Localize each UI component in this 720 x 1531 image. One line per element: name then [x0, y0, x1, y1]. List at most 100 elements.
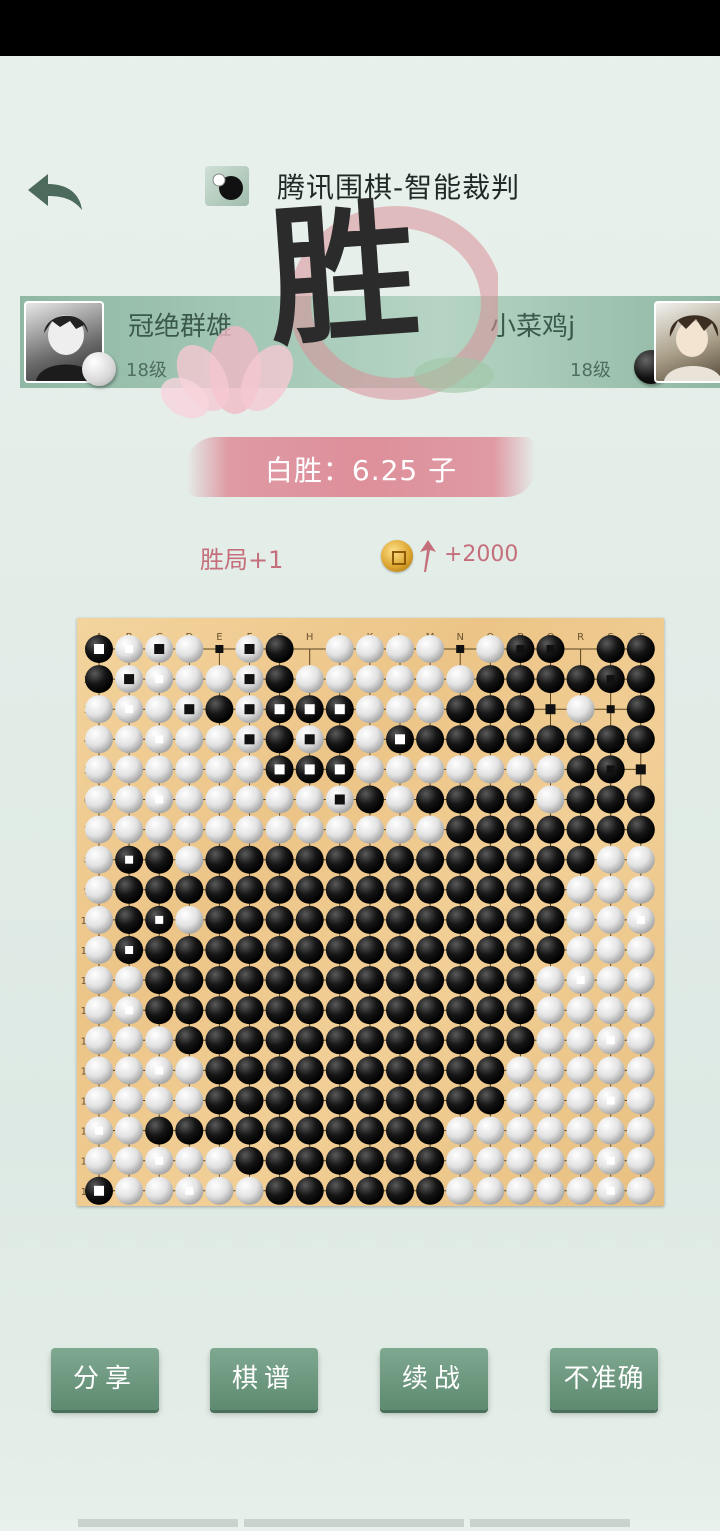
white-stone [626, 1116, 655, 1145]
white-stone [476, 1146, 505, 1175]
white-stone [626, 996, 655, 1025]
white-stone [85, 1146, 113, 1175]
white-stone [205, 755, 234, 784]
black-stone [265, 1146, 294, 1175]
white-stone [205, 1176, 234, 1205]
white-stone [205, 725, 234, 754]
go-board[interactable]: ABCDEFGHJKLMNOPQRST123456789101112131415… [77, 618, 664, 1206]
col-label: N [456, 632, 463, 643]
black-stone [85, 665, 113, 694]
black-stone [626, 785, 655, 814]
black-stone [175, 996, 204, 1025]
black-stone [416, 1056, 445, 1085]
black-stone [295, 1176, 324, 1205]
black-stone [506, 996, 535, 1025]
white-stone [416, 635, 445, 663]
black-stone [265, 665, 294, 694]
black-stone [265, 725, 294, 754]
black-stone [265, 1026, 294, 1055]
black-stone [235, 875, 264, 904]
white-stone [235, 755, 264, 784]
white-stone [85, 905, 113, 934]
white-stone [175, 815, 204, 844]
white-stone [476, 1116, 505, 1145]
black-stone [355, 845, 384, 874]
black-stone [205, 875, 234, 904]
black-stone [205, 1086, 234, 1115]
dead-stone-mark [244, 734, 255, 745]
black-stone [446, 905, 475, 934]
black-stone [265, 1056, 294, 1085]
dead-stone-mark [304, 764, 315, 775]
white-stone [85, 845, 113, 874]
white-stone [85, 996, 113, 1025]
black-stone [446, 845, 475, 874]
black-stone [416, 1176, 445, 1205]
black-stone [476, 725, 505, 754]
white-stone [446, 755, 475, 784]
black-stone [295, 1026, 324, 1055]
black-stone [355, 1086, 384, 1115]
share-button[interactable]: 分享 [51, 1348, 159, 1410]
black-stone [626, 815, 655, 844]
record-button[interactable]: 棋谱 [210, 1348, 318, 1410]
black-stone [446, 1056, 475, 1085]
black-stone [235, 1116, 264, 1145]
white-stone [85, 725, 113, 754]
avatar-right-player[interactable] [654, 301, 720, 383]
back-button[interactable] [24, 168, 86, 214]
white-territory-mark [125, 1006, 134, 1015]
black-stone [446, 695, 475, 724]
black-stone [325, 1116, 354, 1145]
black-stone [235, 905, 264, 934]
white-stone [85, 785, 113, 814]
continue-button[interactable]: 续战 [380, 1348, 488, 1410]
black-stone [416, 1146, 445, 1175]
white-stone [386, 755, 414, 784]
white-stone [235, 785, 264, 814]
black-stone [566, 785, 595, 814]
white-territory-mark [155, 735, 164, 744]
black-territory-mark [215, 645, 224, 653]
white-stone [85, 966, 113, 995]
black-stone [295, 936, 324, 964]
black-stone [295, 1056, 324, 1085]
black-stone [265, 875, 294, 904]
white-stone [506, 1116, 535, 1145]
black-stone [506, 785, 535, 814]
black-stone [416, 1116, 445, 1145]
white-territory-mark [155, 915, 164, 924]
black-stone [235, 1086, 264, 1115]
black-stone [325, 996, 354, 1025]
black-stone [325, 1056, 354, 1085]
dead-stone-mark [395, 734, 405, 745]
black-stone [265, 966, 294, 995]
white-stone [205, 1146, 234, 1175]
black-stone [476, 785, 505, 814]
black-stone [295, 1116, 324, 1145]
black-stone [295, 996, 324, 1025]
black-stone [386, 1176, 414, 1205]
white-stone [325, 635, 354, 663]
white-stone [416, 815, 445, 844]
black-stone [386, 1116, 414, 1145]
white-territory-mark [636, 915, 645, 924]
black-stone [355, 936, 384, 964]
black-stone [235, 966, 264, 995]
white-stone [115, 1056, 144, 1085]
dead-stone-mark [334, 794, 345, 805]
black-stone [566, 725, 595, 754]
white-stone [205, 665, 234, 694]
back-arrow-icon [28, 174, 82, 210]
white-stone [355, 635, 384, 663]
black-stone [566, 815, 595, 844]
white-stone [85, 875, 113, 904]
black-stone [325, 966, 354, 995]
inaccurate-button[interactable]: 不准确 [550, 1348, 658, 1410]
white-stone [596, 1116, 625, 1145]
black-stone [145, 875, 174, 904]
white-stone [476, 1176, 505, 1205]
black-stone [446, 996, 475, 1025]
white-stone [566, 936, 595, 964]
black-stone [476, 966, 505, 995]
